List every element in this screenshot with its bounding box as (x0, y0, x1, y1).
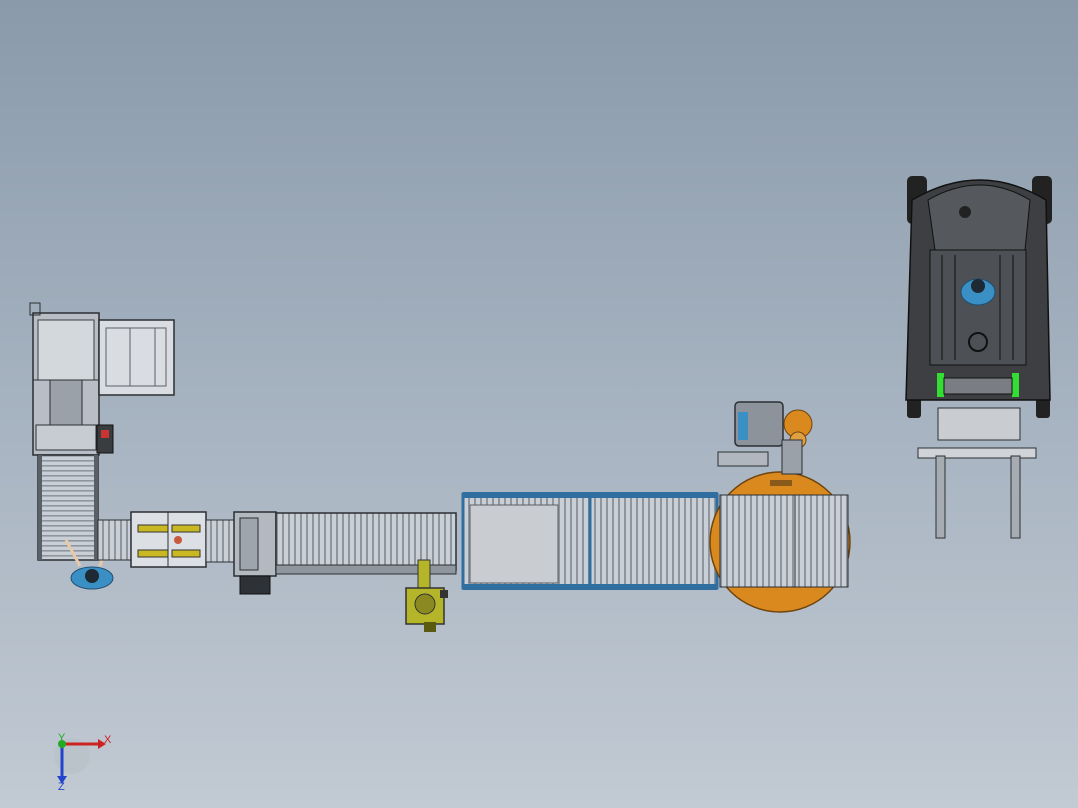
infeed-conveyor (97, 519, 134, 561)
transfer-conveyor (205, 519, 237, 563)
magazine-frame (98, 319, 175, 396)
coordinate-triad (54, 738, 106, 784)
pallet-conveyor (461, 492, 719, 590)
assembly-layout-drawing: X Y Z (29, 176, 1052, 793)
forklift (905, 176, 1052, 418)
wrapper-mast (717, 401, 813, 475)
forklift-carriage (917, 407, 1037, 539)
stretch-wrapper-turntable (709, 471, 851, 613)
z-axis-label: Z (58, 781, 65, 793)
case-sealer (130, 511, 207, 568)
inspection-station (233, 511, 277, 595)
cad-viewport[interactable]: X Y Z (0, 0, 1078, 808)
y-axis-label: Y (58, 732, 66, 744)
x-axis-label: X (104, 734, 112, 746)
